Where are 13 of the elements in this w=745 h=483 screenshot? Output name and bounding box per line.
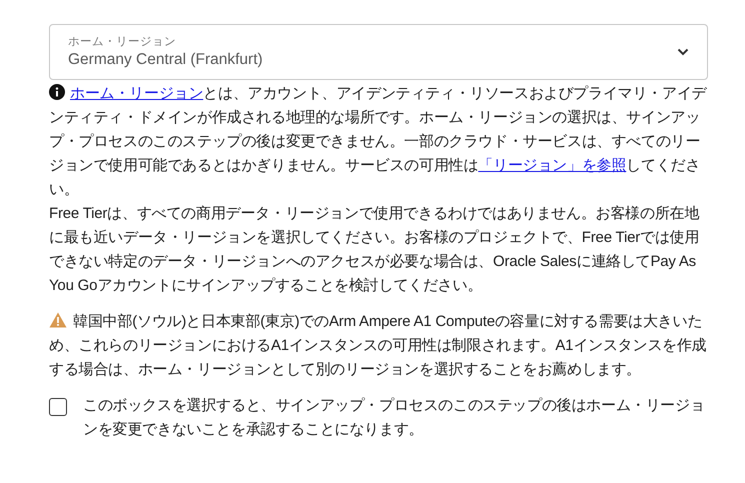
link[interactable]: 「リージョン」を参照 [478, 157, 626, 174]
link[interactable]: ホーム・リージョン [70, 85, 204, 102]
chevron-down-icon [677, 48, 689, 56]
region-select[interactable]: ホーム・リージョン Germany Central (Frankfurt) [49, 24, 708, 80]
select-value: Germany Central (Frankfurt) [68, 50, 263, 70]
info-icon [49, 84, 65, 100]
warning-message: 韓国中部(ソウル)と日本東部(東京)でのArm Ampere A1 Computeの容量に対する需要は大きいため、これらのリージョンにおけるA1インスタンスの可用性は制限されます。A1インスタンスを作成する場合は、ホーム・リージョンとして別のリージョンを選択することをお薦めします。 [49, 311, 708, 380]
free-tier-note: Free Tierは、すべての商用データ・リージョンで使用できるわけではありません。お客様の所在地に最も近いデータ・リージョンを選択してください。お客様のプロジェクトで、Free Tierでは使用できない特定のデータ・リージョンへのアクセスが必要な場合は、Oracle Salesに連絡してPay As You Goアカウントにサインアップすることを検討してください。 [49, 204, 700, 296]
info-paragraph: ホーム・リージョンとは、アカウント、アイデンティティ・リソースおよびプライマリ・アイデンティティ・ドメインが作成される地理的な場所です。ホーム・リージョンの選択は、サインアップ・プロセスのこのステップの後は変更できません。一部のクラウド・サービスは、すべてのリージョンで使用可能であるとはかぎりません。サービスの可用性は「リージョン」を参照してください。 [49, 83, 708, 200]
warning-icon [49, 312, 67, 328]
checkbox-label: このボックスを選択すると、サインアップ・プロセスのこのステップの後はホーム・リージョンを変更できないことを承認することになります。 [83, 396, 706, 440]
select-label: ホーム・リージョン [68, 34, 177, 50]
checkbox[interactable] [49, 398, 67, 416]
